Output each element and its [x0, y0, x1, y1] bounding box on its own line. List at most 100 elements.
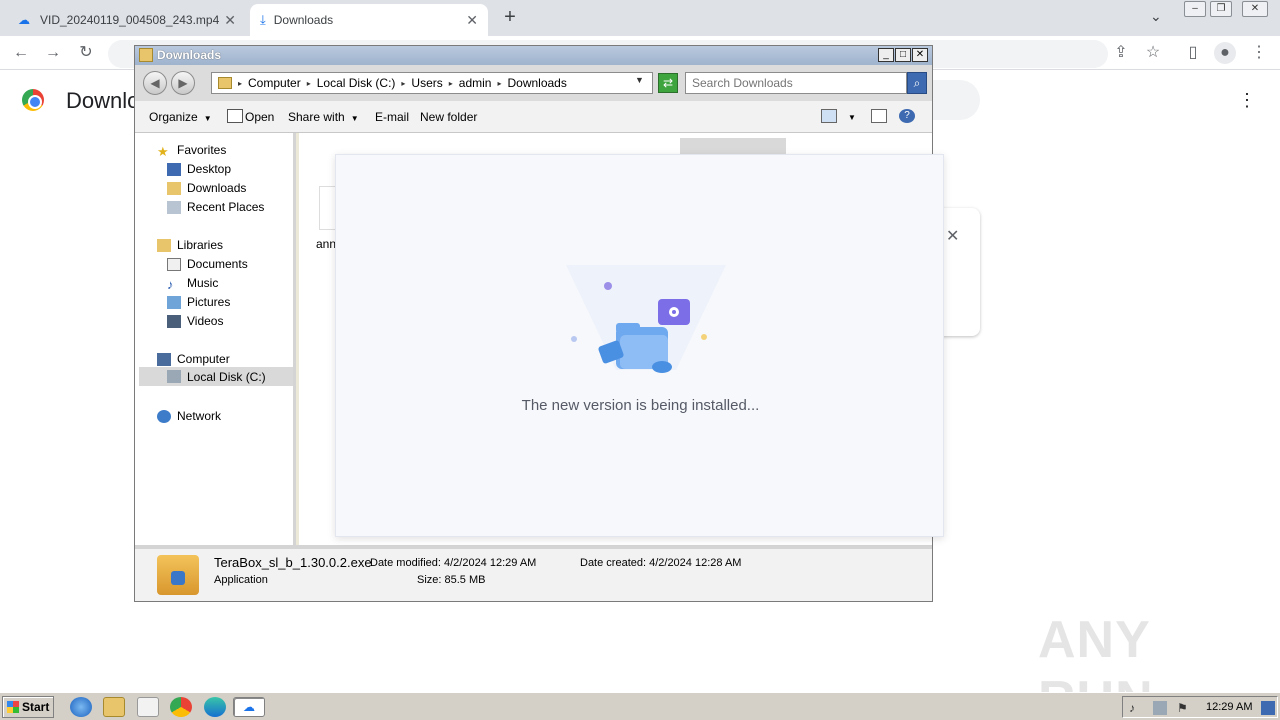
- nav-network[interactable]: Network: [157, 409, 221, 423]
- network-tray-icon[interactable]: [1153, 701, 1167, 715]
- reload-icon[interactable]: ↻: [75, 42, 97, 64]
- nav-recent-places[interactable]: Recent Places: [167, 200, 264, 214]
- computer-icon: [157, 352, 171, 366]
- videos-icon: [167, 314, 181, 328]
- chevron-right-icon[interactable]: ▸: [401, 79, 405, 88]
- chevron-right-icon[interactable]: ▸: [238, 79, 242, 88]
- recent-places-icon: [167, 200, 181, 214]
- nav-downloads[interactable]: Downloads: [167, 181, 246, 195]
- kebab-menu-icon[interactable]: ⋮: [1248, 42, 1270, 64]
- download-icon: ⤓: [260, 12, 266, 27]
- flag-icon[interactable]: ⚑: [1177, 701, 1191, 715]
- forward-arrow-icon[interactable]: →: [42, 42, 64, 64]
- hard-drive-icon: [167, 370, 181, 383]
- system-tray: ♪ ⚑: [1122, 696, 1278, 718]
- downloads-folder-icon: [167, 181, 181, 195]
- nav-videos[interactable]: Videos: [167, 314, 223, 328]
- nav-label: Documents: [187, 257, 248, 271]
- speaker-icon[interactable]: ♪: [1129, 701, 1143, 715]
- close-window-button[interactable]: ✕: [1242, 1, 1268, 17]
- nav-computer[interactable]: Computer: [157, 352, 230, 366]
- chevron-down-icon[interactable]: ⌄: [1150, 8, 1162, 25]
- chevron-down-icon[interactable]: ▼: [635, 75, 644, 85]
- breadcrumb-downloads[interactable]: Downloads: [507, 76, 566, 90]
- new-tab-button[interactable]: +: [498, 6, 522, 30]
- nav-favorites[interactable]: ★ Favorites: [157, 143, 227, 159]
- explorer-folder-icon[interactable]: [103, 697, 125, 717]
- new-folder-button[interactable]: New folder: [420, 110, 477, 124]
- close-icon[interactable]: ✕: [466, 12, 478, 29]
- nav-documents[interactable]: Documents: [167, 257, 248, 271]
- tab-video[interactable]: ☁ VID_20240119_004508_243.mp4 - S ✕: [8, 4, 246, 36]
- page-menu-icon[interactable]: ⋮: [1238, 90, 1256, 111]
- tab-title: VID_20240119_004508_243.mp4 - S: [40, 13, 220, 27]
- network-icon: [157, 409, 171, 423]
- chevron-down-icon[interactable]: ▼: [848, 113, 856, 122]
- star-icon: ★: [157, 143, 169, 159]
- installer-package-icon: [157, 555, 199, 595]
- pictures-icon: [167, 295, 181, 309]
- nav-libraries[interactable]: Libraries: [157, 238, 223, 252]
- share-icon[interactable]: ⇪: [1110, 42, 1132, 64]
- open-button[interactable]: Open: [245, 110, 274, 124]
- terabox-favicon-icon: ☁: [18, 13, 30, 27]
- chevron-right-icon[interactable]: ▸: [307, 79, 311, 88]
- close-window-button[interactable]: ✕: [912, 48, 928, 62]
- details-file-name: TeraBox_sl_b_1.30.0.2.exe: [214, 555, 372, 570]
- breadcrumb-computer[interactable]: Computer: [248, 76, 301, 90]
- nav-music[interactable]: ♪ Music: [167, 276, 219, 292]
- music-icon: ♪: [167, 276, 174, 292]
- nav-label: Network: [177, 409, 222, 423]
- restore-button[interactable]: ❐: [1210, 1, 1232, 17]
- start-button[interactable]: Start: [2, 696, 54, 718]
- breadcrumb-local-disk[interactable]: Local Disk (C:): [317, 76, 396, 90]
- chevron-down-icon: ▼: [203, 114, 212, 123]
- nav-label: Downloads: [187, 181, 247, 195]
- star-icon[interactable]: ☆: [1142, 42, 1164, 64]
- chevron-right-icon[interactable]: ▸: [449, 79, 453, 88]
- breadcrumb-users[interactable]: Users: [411, 76, 442, 90]
- share-with-button[interactable]: Share with ▼: [288, 110, 359, 124]
- explorer-title-bar[interactable]: Downloads _ □ ✕: [135, 46, 932, 65]
- help-icon[interactable]: ?: [899, 109, 915, 123]
- breadcrumb[interactable]: ▸ Computer ▸ Local Disk (C:) ▸ Users ▸ a…: [211, 72, 653, 94]
- breadcrumb-admin[interactable]: admin: [459, 76, 492, 90]
- taskbar: Start ☁ ♪ ⚑ 12:29 AM: [0, 692, 1280, 720]
- nav-local-disk[interactable]: Local Disk (C:): [139, 367, 293, 386]
- minimize-button[interactable]: –: [1184, 1, 1206, 17]
- preview-pane-icon[interactable]: [871, 109, 887, 123]
- minimize-button[interactable]: _: [878, 48, 894, 62]
- refresh-icon[interactable]: ⇄: [658, 73, 678, 93]
- view-options-icon[interactable]: [821, 109, 837, 123]
- edge-icon[interactable]: [204, 697, 226, 717]
- nav-label: Favorites: [177, 143, 227, 157]
- chrome-icon[interactable]: [170, 697, 192, 717]
- internet-explorer-icon[interactable]: [70, 697, 92, 717]
- chevron-right-icon[interactable]: ▸: [497, 79, 501, 88]
- explorer-address-row: ◀ ▶ ▸ Computer ▸ Local Disk (C:) ▸ Users…: [135, 65, 932, 101]
- maximize-button[interactable]: □: [895, 48, 911, 62]
- organize-button[interactable]: Organize ▼: [149, 110, 212, 124]
- open-icon: [227, 109, 243, 123]
- close-icon[interactable]: ✕: [224, 12, 236, 29]
- tab-downloads[interactable]: ⤓ Downloads ✕: [250, 4, 488, 36]
- search-icon[interactable]: ⌕: [907, 72, 927, 94]
- nav-label: Music: [187, 276, 219, 290]
- documents-icon: [167, 257, 181, 271]
- nav-pictures[interactable]: Pictures: [167, 295, 230, 309]
- email-button[interactable]: E-mail: [375, 110, 409, 124]
- side-panel-icon[interactable]: ▯: [1182, 42, 1204, 64]
- search-input[interactable]: [685, 72, 907, 94]
- profile-avatar-icon[interactable]: ●: [1214, 42, 1236, 64]
- media-player-icon[interactable]: [137, 697, 159, 717]
- nav-label: Computer: [177, 352, 230, 366]
- folder-icon: [218, 77, 232, 89]
- terabox-taskbar-icon[interactable]: ☁: [233, 697, 265, 717]
- back-arrow-icon[interactable]: ←: [10, 42, 32, 64]
- forward-arrow-icon[interactable]: ▶: [171, 71, 195, 95]
- show-desktop-icon[interactable]: [1261, 701, 1275, 715]
- nav-desktop[interactable]: Desktop: [167, 162, 231, 176]
- remove-download-close-icon[interactable]: ✕: [946, 226, 959, 246]
- back-arrow-icon[interactable]: ◀: [143, 71, 167, 95]
- chevron-down-icon: ▼: [350, 114, 359, 123]
